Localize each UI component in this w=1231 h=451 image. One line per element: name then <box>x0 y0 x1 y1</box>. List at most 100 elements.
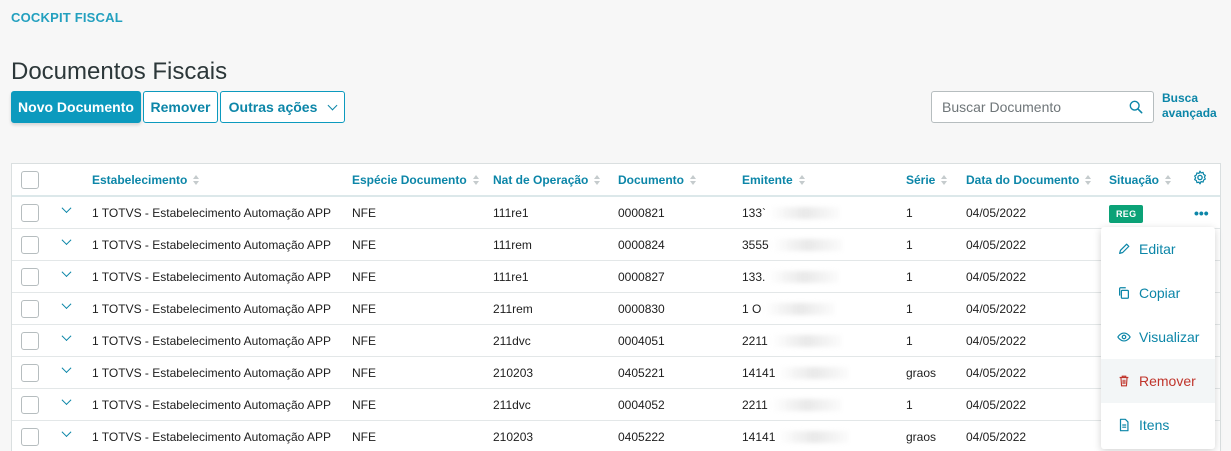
col-emitente-label: Emitente <box>742 172 793 187</box>
chevron-down-icon <box>61 362 72 373</box>
redacted-mask <box>779 367 850 380</box>
trash-icon <box>1119 375 1129 387</box>
row-checkbox[interactable] <box>21 331 39 350</box>
eye-icon <box>1117 332 1131 342</box>
cell-documento: 0000827 <box>618 269 665 284</box>
table-row[interactable]: 1 TOTVS - Estabelecimento Automação APP … <box>12 325 1220 357</box>
cell-documento: 0000821 <box>618 205 665 220</box>
col-especie[interactable]: Espécie Documento <box>352 173 479 187</box>
cell-especie: NFE <box>352 333 376 348</box>
cell-data: 04/05/2022 <box>966 237 1027 252</box>
cell-nat: 211dvc <box>493 397 531 412</box>
search-icon[interactable] <box>1129 100 1143 114</box>
col-estabelecimento[interactable]: Estabelecimento <box>92 173 200 187</box>
cell-serie: graos <box>906 429 937 444</box>
expand-row-button[interactable] <box>61 266 72 280</box>
search-box <box>931 91 1154 123</box>
cell-serie: 1 <box>906 397 913 412</box>
row-checkbox[interactable] <box>21 235 39 254</box>
cell-nat: 111re1 <box>493 269 529 284</box>
row-checkbox[interactable] <box>21 267 39 286</box>
new-document-button[interactable]: Novo Documento <box>11 91 141 123</box>
cell-estabelecimento: 1 TOTVS - Estabelecimento Automação APP <box>92 333 332 348</box>
col-documento[interactable]: Documento <box>618 173 696 187</box>
menu-item-view-label: Visualizar <box>1139 329 1200 345</box>
col-nat[interactable]: Nat de Operação <box>493 173 601 187</box>
document-icon <box>1119 418 1129 432</box>
menu-item-items[interactable]: Itens <box>1101 403 1215 447</box>
row-actions-button[interactable]: ••• <box>1194 205 1209 221</box>
cell-estabelecimento: 1 TOTVS - Estabelecimento Automação APP <box>92 397 332 412</box>
col-situacao[interactable]: Situação <box>1109 172 1172 187</box>
cell-emitente: 2211 <box>742 398 842 412</box>
chevron-down-icon <box>327 100 338 110</box>
cell-nat: 210203 <box>493 429 534 444</box>
cell-data: 04/05/2022 <box>966 397 1027 412</box>
menu-item-remove[interactable]: Remover <box>1101 359 1215 403</box>
cell-especie: NFE <box>352 269 376 284</box>
expand-row-button[interactable] <box>61 234 72 248</box>
col-data[interactable]: Data do Documento <box>966 173 1092 187</box>
cell-nat: 111re1 <box>493 205 529 220</box>
col-emitente[interactable]: Emitente <box>742 173 805 187</box>
table-row[interactable]: 1 TOTVS - Estabelecimento Automação APP … <box>12 389 1220 421</box>
page-title: Documentos Fiscais <box>11 58 228 85</box>
select-all-checkbox[interactable] <box>21 170 39 189</box>
row-checkbox[interactable] <box>21 363 39 382</box>
table-row[interactable]: 1 TOTVS - Estabelecimento Automação APP … <box>12 261 1220 293</box>
redacted-mask <box>769 271 840 284</box>
expand-row-button[interactable] <box>61 394 72 408</box>
table-header: Estabelecimento Espécie Documento Nat de… <box>12 164 1220 197</box>
more-actions-button[interactable]: Outras ações <box>220 91 345 123</box>
table-row[interactable]: 1 TOTVS - Estabelecimento Automação APP … <box>12 293 1220 325</box>
sort-icon <box>594 174 601 185</box>
cell-emitente: 1 O <box>742 302 836 316</box>
cell-emitente-text: 3555 <box>742 237 769 252</box>
select-all-checkbox-wrap <box>21 170 39 189</box>
advanced-search-line2: avançada <box>1162 106 1217 120</box>
table-row[interactable]: 1 TOTVS - Estabelecimento Automação APP … <box>12 357 1220 389</box>
copy-icon <box>1119 287 1129 299</box>
advanced-search-link[interactable]: Busca avançada <box>1162 91 1222 121</box>
cell-emitente: 14141 <box>742 365 850 380</box>
cell-especie: NFE <box>352 397 376 412</box>
row-checkbox[interactable] <box>21 427 39 446</box>
menu-item-edit[interactable]: Editar <box>1101 227 1215 271</box>
cell-emitente: 3555 <box>742 238 843 252</box>
expand-row-button[interactable] <box>61 330 72 344</box>
expand-row-button[interactable] <box>61 362 72 376</box>
col-documento-label: Documento <box>618 172 684 187</box>
cell-data: 04/05/2022 <box>966 429 1027 444</box>
gear-icon <box>1194 170 1206 184</box>
breadcrumb[interactable]: COCKPIT FISCAL <box>11 10 123 25</box>
cell-serie: 1 <box>906 205 913 220</box>
menu-item-view[interactable]: Visualizar <box>1101 315 1215 359</box>
redacted-mask <box>772 239 843 252</box>
row-checkbox[interactable] <box>21 203 39 222</box>
col-serie[interactable]: Série <box>906 173 948 187</box>
cell-serie: 1 <box>906 301 913 316</box>
redacted-mask <box>765 303 836 316</box>
redacted-mask <box>771 399 842 412</box>
table-row[interactable]: 1 TOTVS - Estabelecimento Automação APP … <box>12 229 1220 261</box>
menu-item-copy[interactable]: Copiar <box>1101 271 1215 315</box>
expand-row-button[interactable] <box>61 426 72 440</box>
table-row[interactable]: 1 TOTVS - Estabelecimento Automação APP … <box>12 197 1220 229</box>
col-situacao-label: Situação <box>1109 172 1160 187</box>
row-checkbox[interactable] <box>21 299 39 318</box>
cell-emitente-text: 133` <box>742 205 767 220</box>
row-checkbox[interactable] <box>21 395 39 414</box>
cell-emitente: 2211 <box>742 334 842 348</box>
remove-button[interactable]: Remover <box>143 91 218 123</box>
cell-documento: 0405221 <box>618 365 665 380</box>
expand-row-button[interactable] <box>61 298 72 312</box>
search-input[interactable] <box>942 99 1122 115</box>
expand-row-button[interactable] <box>61 202 72 216</box>
menu-item-remove-label: Remover <box>1139 373 1196 389</box>
documents-table: Estabelecimento Espécie Documento Nat de… <box>11 163 1221 451</box>
cell-emitente-text: 14141 <box>742 365 776 380</box>
table-row[interactable]: 1 TOTVS - Estabelecimento Automação APP … <box>12 421 1220 451</box>
cell-emitente: 14141 <box>742 430 850 444</box>
settings-button[interactable] <box>1192 169 1208 190</box>
cell-serie: 1 <box>906 269 913 284</box>
